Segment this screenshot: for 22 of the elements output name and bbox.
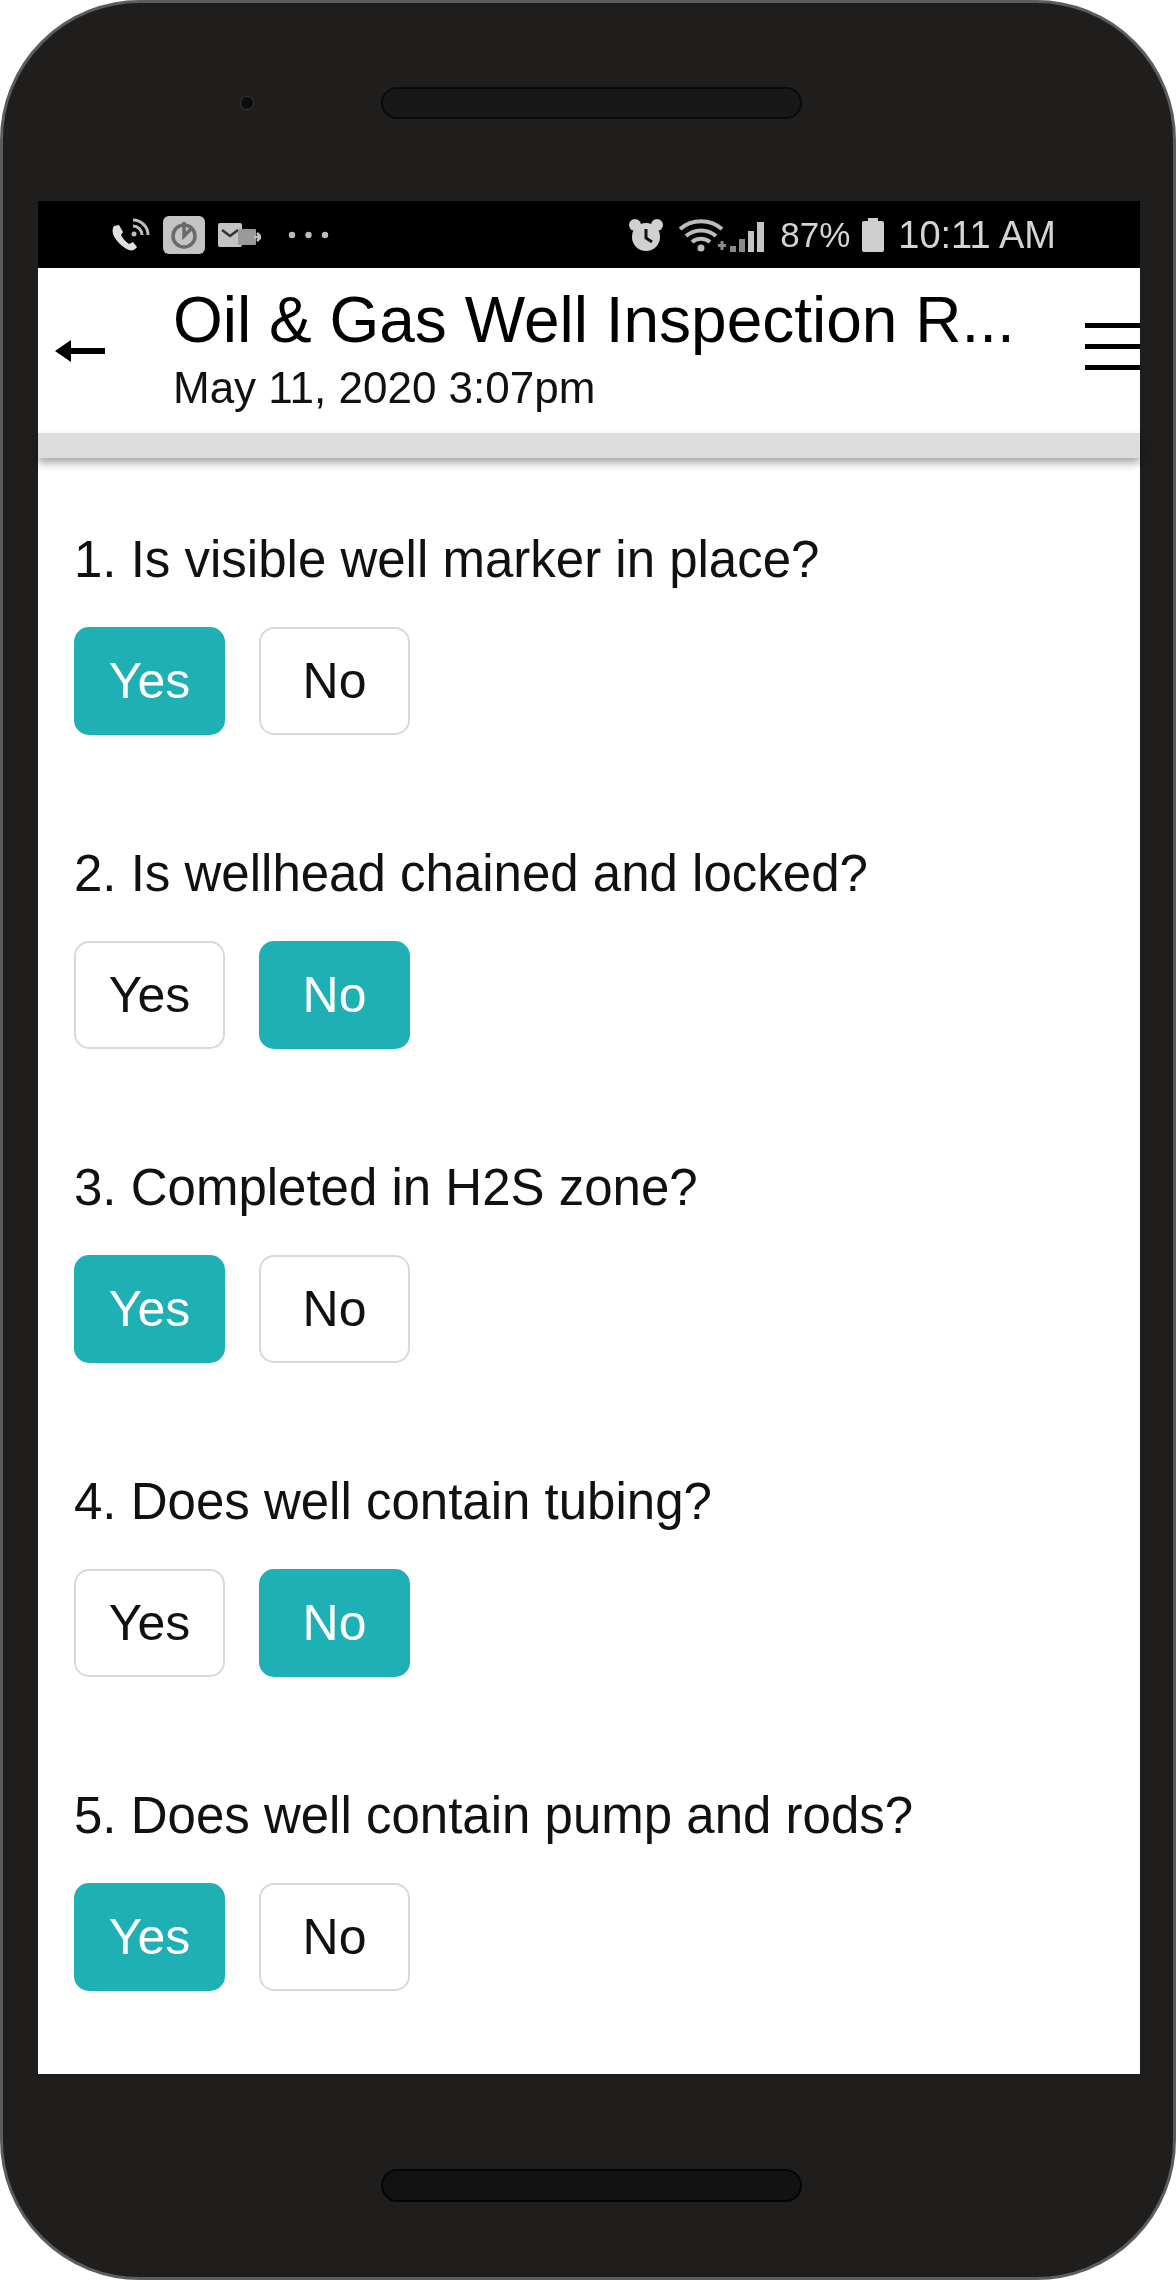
square-app-icon [163, 215, 205, 254]
question-text: 3. Completed in H2S zone? [74, 1158, 698, 1218]
answer-button[interactable]: Yes [74, 941, 225, 1049]
page-title: Oil & Gas Well Inspection R... [173, 282, 1015, 357]
question-text: 1. Is visible well marker in place? [74, 530, 820, 590]
answer-button[interactable]: No [259, 1883, 410, 1991]
camera-lens [240, 96, 254, 110]
question-text: 2. Is wellhead chained and locked? [74, 844, 868, 904]
question-text: 5. Does well contain pump and rods? [74, 1786, 914, 1846]
alarm-clock-icon [628, 217, 665, 252]
question-text: 4. Does well contain tubing? [74, 1472, 712, 1532]
clock-time: 10:11 AM [898, 215, 1056, 254]
back-arrow-icon[interactable] [55, 338, 105, 363]
answer-button[interactable]: No [259, 627, 410, 735]
wifi-icon [678, 217, 729, 252]
report-date: May 11, 2020 3:07pm [173, 362, 596, 413]
battery-percent: 87% [780, 217, 851, 252]
more-dots-icon [288, 230, 329, 239]
menu-icon[interactable] [1085, 323, 1140, 370]
battery-icon [862, 217, 885, 252]
answer-button[interactable]: Yes [74, 1569, 225, 1677]
answer-button[interactable]: No [259, 1255, 410, 1363]
